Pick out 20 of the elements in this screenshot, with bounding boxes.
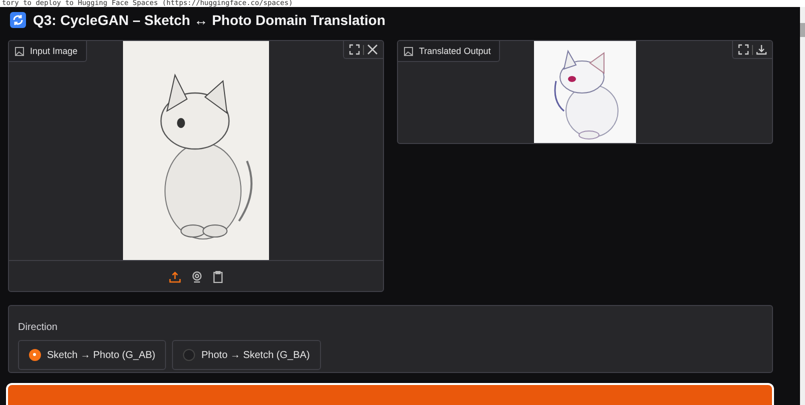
app-title: Q3: CycleGAN – Sketch ↔ Photo Domain Translation: [33, 12, 386, 28]
fullscreen-icon[interactable]: [349, 44, 360, 55]
radio-button[interactable]: [183, 349, 196, 361]
clipboard-icon[interactable]: [213, 270, 223, 282]
upload-icon[interactable]: [169, 270, 181, 282]
refresh-icon: [10, 12, 26, 28]
image-icon: [15, 46, 24, 56]
download-icon[interactable]: [756, 44, 767, 55]
submit-button[interactable]: [6, 383, 774, 405]
close-icon[interactable]: [367, 44, 378, 55]
radio-option[interactable]: Photo → Sketch (G_BA): [172, 340, 321, 370]
group-label: Direction: [18, 322, 58, 333]
scrollbar[interactable]: [800, 7, 805, 405]
radio-option[interactable]: Sketch → Photo (G_AB): [18, 340, 166, 370]
panel-label: Translated Output: [419, 46, 491, 56]
image-icon: [404, 46, 413, 56]
radio-button[interactable]: [29, 349, 41, 361]
webcam-icon[interactable]: [191, 270, 203, 282]
panel-label: Input Image: [30, 46, 78, 56]
fullscreen-icon[interactable]: [738, 44, 749, 55]
